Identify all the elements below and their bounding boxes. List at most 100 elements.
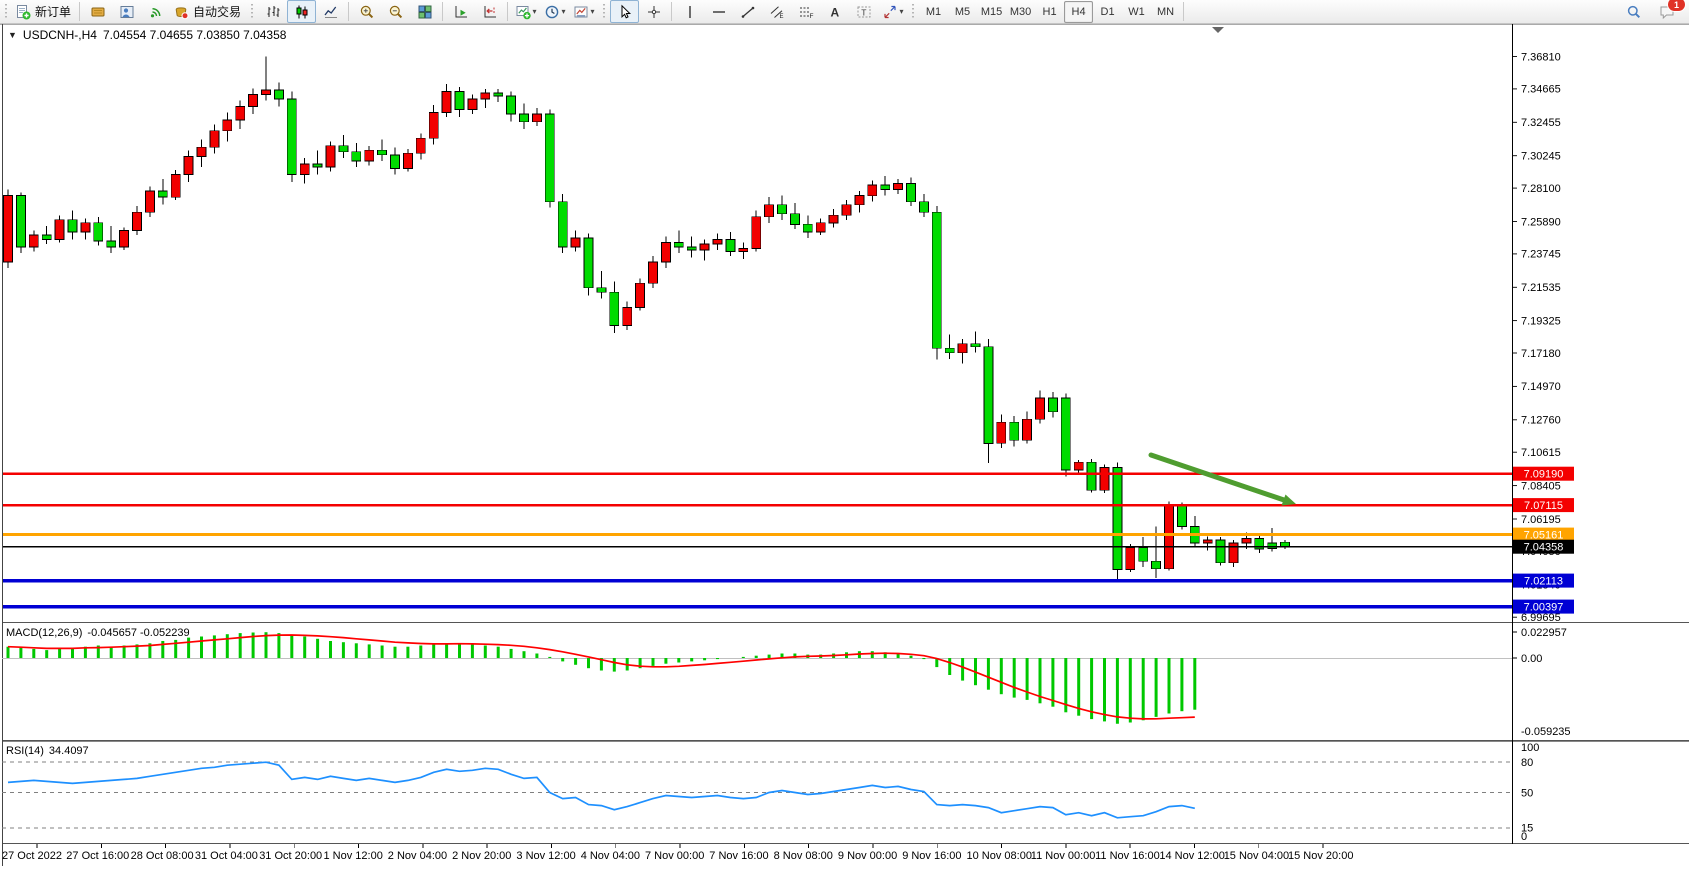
candle xyxy=(416,138,425,153)
toolbar-candlestick-button[interactable] xyxy=(287,0,316,23)
timeframe-m30-button[interactable]: M30 xyxy=(1006,1,1035,23)
toolbar-tile-windows-button[interactable] xyxy=(410,0,439,23)
toolbar-separator xyxy=(671,2,672,21)
svg-text:31 Oct 20:00: 31 Oct 20:00 xyxy=(259,850,322,862)
toolbar-chart-shift-button[interactable] xyxy=(475,0,504,23)
timeframe-mn-button[interactable]: MN xyxy=(1151,1,1180,23)
chevron-down-icon[interactable]: ▾ xyxy=(533,8,537,16)
toolbar-separator xyxy=(442,2,443,21)
toolbar-market-watch-button[interactable] xyxy=(83,0,112,23)
toolbar-crosshair-button[interactable] xyxy=(639,0,668,23)
toolbar-indicators-button[interactable]: ▾ xyxy=(511,0,540,23)
trendline-icon xyxy=(740,4,756,20)
candle xyxy=(571,238,580,247)
toolbar-vertical-line-button[interactable] xyxy=(675,0,704,23)
toolbar-zoom-out-button[interactable] xyxy=(381,0,410,23)
timeframe-m5-button[interactable]: M5 xyxy=(948,1,977,23)
toolbar-new-order-button[interactable]: 新订单 xyxy=(12,0,76,23)
svg-text:7.00397: 7.00397 xyxy=(1524,601,1564,613)
toolbar-horizontal-line-button[interactable] xyxy=(704,0,733,23)
candle xyxy=(1048,398,1057,412)
toolbar-right-group: 1 xyxy=(1619,0,1681,23)
candle xyxy=(1074,462,1083,470)
candle xyxy=(120,230,129,247)
candle xyxy=(1139,548,1148,562)
toolbar-line-chart-button[interactable] xyxy=(316,0,345,23)
search-button[interactable] xyxy=(1619,0,1648,23)
autotrading-icon xyxy=(173,4,189,20)
toolbar-equidistant-channel-button[interactable]: E xyxy=(762,0,791,23)
toolbar-text-button[interactable]: A xyxy=(820,0,849,23)
toolbar-signals-button[interactable] xyxy=(141,0,170,23)
candle xyxy=(1126,548,1135,570)
candle xyxy=(42,235,51,240)
toolbar-trendline-button[interactable] xyxy=(733,0,762,23)
candle xyxy=(726,239,735,251)
toolbar-autotrading-button[interactable]: 自动交易 xyxy=(170,0,246,23)
toolbar-arrows-button[interactable]: ▾ xyxy=(878,0,907,23)
svg-text:-0.059235: -0.059235 xyxy=(1521,726,1571,738)
data-window-icon xyxy=(119,4,135,20)
toolbar-auto-scroll-button[interactable] xyxy=(446,0,475,23)
macd-indicator-label: MACD(12,26,9) -0.045657 -0.052239 xyxy=(6,627,190,639)
timeframe-w1-button[interactable]: W1 xyxy=(1122,1,1151,23)
toolbar-cursor-button[interactable] xyxy=(610,0,639,23)
chart-expander-icon[interactable]: ▼ xyxy=(8,28,17,42)
chevron-down-icon[interactable]: ▾ xyxy=(900,8,904,16)
svg-text:7.32455: 7.32455 xyxy=(1521,117,1561,129)
timeframe-m1-button[interactable]: M1 xyxy=(919,1,948,23)
candle xyxy=(1216,540,1225,563)
candle xyxy=(55,220,64,240)
svg-text:A: A xyxy=(830,5,839,19)
timeframe-h4-button[interactable]: H4 xyxy=(1064,1,1093,23)
svg-text:7.34665: 7.34665 xyxy=(1521,84,1561,96)
notification-badge: 1 xyxy=(1667,0,1686,12)
toolbar-periods-button[interactable]: ▾ xyxy=(540,0,569,23)
candle xyxy=(365,150,374,161)
toolbar-templates-button[interactable]: ▾ xyxy=(569,0,598,23)
chart-canvas[interactable]: 7.368107.346657.324557.302457.281007.258… xyxy=(0,0,1689,871)
signals-icon xyxy=(148,4,164,20)
chevron-down-icon[interactable]: ▾ xyxy=(591,8,595,16)
candle xyxy=(481,93,490,99)
candle xyxy=(1268,543,1277,548)
toolbar-bar-chart-button[interactable] xyxy=(258,0,287,23)
toolbar-grip xyxy=(601,4,607,20)
svg-text:7.06195: 7.06195 xyxy=(1521,514,1561,526)
toolbar-grip xyxy=(3,4,9,20)
arrows-icon xyxy=(882,4,898,20)
chevron-down-icon[interactable]: ▾ xyxy=(562,8,566,16)
toolbar-zoom-in-button[interactable] xyxy=(352,0,381,23)
vertical-line-icon xyxy=(682,4,698,20)
equidistant-channel-icon: E xyxy=(769,4,785,20)
candle xyxy=(997,422,1006,443)
candle xyxy=(1061,398,1070,470)
notifications-button[interactable]: 1 xyxy=(1652,0,1681,23)
candle xyxy=(507,96,516,114)
chart-background[interactable] xyxy=(0,24,1689,866)
svg-text:7.19325: 7.19325 xyxy=(1521,315,1561,327)
timeframe-d1-button[interactable]: D1 xyxy=(1093,1,1122,23)
candle xyxy=(249,94,258,106)
svg-text:27 Oct 2022: 27 Oct 2022 xyxy=(2,850,62,862)
candle xyxy=(133,212,142,230)
candle xyxy=(468,99,477,110)
bar-chart-icon xyxy=(265,4,281,20)
candle xyxy=(1010,422,1019,440)
svg-text:14 Nov 12:00: 14 Nov 12:00 xyxy=(1159,850,1224,862)
candle xyxy=(184,156,193,174)
chart-window[interactable]: 7.368107.346657.324557.302457.281007.258… xyxy=(0,0,1689,866)
svg-text:9 Nov 16:00: 9 Nov 16:00 xyxy=(902,850,961,862)
toolbar-fibonacci-button[interactable]: F xyxy=(791,0,820,23)
candlestick-icon xyxy=(294,4,310,20)
toolbar-text-label-button[interactable]: T xyxy=(849,0,878,23)
timeframe-h1-button[interactable]: H1 xyxy=(1035,1,1064,23)
toolbar-data-window-button[interactable] xyxy=(112,0,141,23)
timeframe-m15-button[interactable]: M15 xyxy=(977,1,1006,23)
candle xyxy=(790,214,799,225)
candle xyxy=(700,244,709,250)
candle xyxy=(300,164,309,175)
svg-text:7.04358: 7.04358 xyxy=(1524,542,1564,554)
toolbar-separator xyxy=(348,2,349,21)
candle xyxy=(313,164,322,167)
